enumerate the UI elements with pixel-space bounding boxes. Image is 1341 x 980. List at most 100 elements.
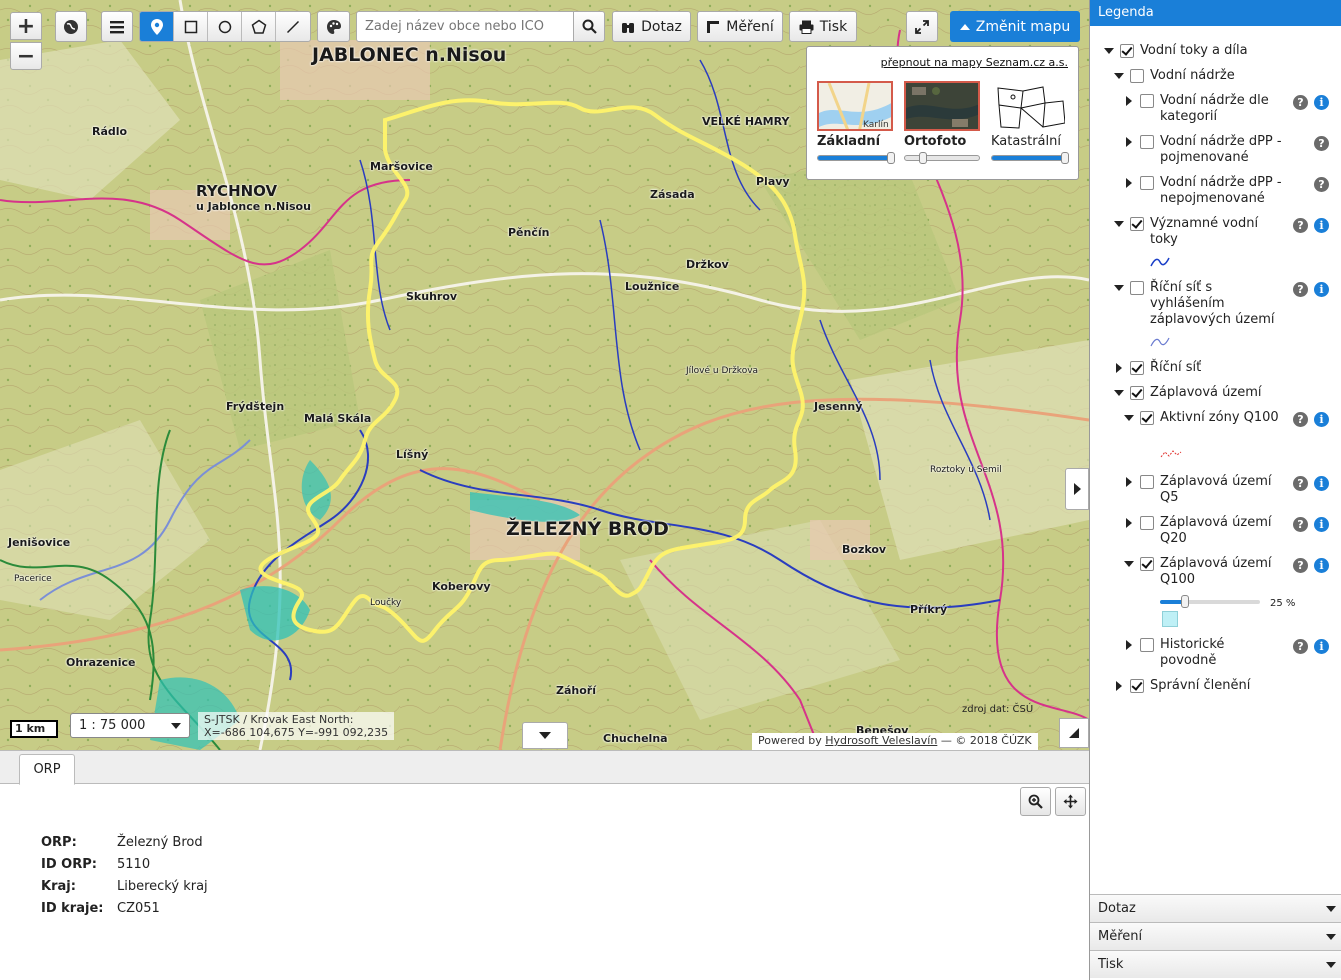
map-view[interactable]: JABLONEC n.Nisou RYCHNOV u Jablonce n.Ni…: [0, 0, 1089, 750]
katastralni-opacity-slider[interactable]: [991, 152, 1069, 164]
flood-area-swatch: [1162, 611, 1178, 627]
basemap-thumb-ortofoto[interactable]: [904, 81, 980, 131]
accordion-mereni[interactable]: Měření: [1090, 922, 1341, 950]
zoom-out-button[interactable]: −: [10, 42, 42, 70]
info-icon[interactable]: i: [1314, 639, 1329, 654]
layers-menu-button[interactable]: [101, 11, 133, 42]
accordion-dotaz[interactable]: Dotaz: [1090, 894, 1341, 922]
tool-point[interactable]: [140, 12, 174, 41]
expand-icon[interactable]: [1114, 390, 1124, 396]
checkbox-ricni-sit-zaplavy[interactable]: [1130, 281, 1144, 295]
change-map-button[interactable]: Změnit mapu: [950, 11, 1080, 42]
legend-title[interactable]: Legenda: [1090, 0, 1341, 26]
active-zone-symbol: [1160, 450, 1182, 458]
help-icon[interactable]: ?: [1293, 218, 1308, 233]
collapse-icon[interactable]: [1126, 518, 1132, 528]
basemap-zakladni[interactable]: Karlín Základní: [817, 81, 895, 164]
expand-icon[interactable]: [1114, 221, 1124, 227]
hydrosoft-link[interactable]: Hydrosoft Veleslavín: [825, 734, 937, 747]
checkbox-nadrze-pojmenovane[interactable]: [1140, 135, 1154, 149]
checkbox-ricni-sit[interactable]: [1130, 361, 1144, 375]
basemap-opacity-slider[interactable]: [817, 152, 895, 164]
accordion-tisk[interactable]: Tisk: [1090, 950, 1341, 978]
tool-rectangle[interactable]: [174, 12, 208, 41]
info-icon[interactable]: i: [1314, 517, 1329, 532]
print-button[interactable]: Tisk: [789, 11, 857, 42]
expand-icon[interactable]: [1114, 285, 1124, 291]
checkbox-spravni-cleneni[interactable]: [1130, 679, 1144, 693]
checkbox-zaplavova-uzemi[interactable]: [1130, 386, 1144, 400]
collapse-icon[interactable]: [1126, 640, 1132, 650]
pan-to-feature-button[interactable]: [1055, 787, 1086, 816]
tool-circle[interactable]: [208, 12, 242, 41]
checkbox-q5[interactable]: [1140, 475, 1154, 489]
zoom-to-feature-button[interactable]: [1020, 787, 1051, 816]
tab-orp[interactable]: ORP: [19, 754, 75, 785]
basemap-thumb-zakladni[interactable]: Karlín: [817, 81, 893, 131]
search-button[interactable]: [573, 11, 605, 42]
info-icon[interactable]: i: [1314, 282, 1329, 297]
printer-icon: [799, 20, 814, 34]
expand-icon[interactable]: [1104, 48, 1114, 54]
expand-icon[interactable]: [1124, 415, 1134, 421]
ortofoto-opacity-slider[interactable]: [904, 152, 980, 164]
help-icon[interactable]: ?: [1314, 136, 1329, 151]
checkbox-vodni-nadrze[interactable]: [1130, 69, 1144, 83]
info-icon[interactable]: i: [1314, 95, 1329, 110]
checkbox-vodni-toky[interactable]: [1120, 44, 1134, 58]
checkbox-nadrze-kategorie[interactable]: [1140, 94, 1154, 108]
tool-polygon[interactable]: [242, 12, 276, 41]
help-icon[interactable]: ?: [1293, 558, 1308, 573]
info-icon[interactable]: i: [1314, 412, 1329, 427]
checkbox-vyznamne-toky[interactable]: [1130, 217, 1144, 231]
q100-opacity-slider[interactable]: [1160, 595, 1260, 608]
expand-panel-button[interactable]: [522, 722, 568, 749]
basemap-ortofoto[interactable]: Ortofoto: [904, 81, 982, 164]
info-icon[interactable]: i: [1314, 558, 1329, 573]
scale-select[interactable]: 1 : 75 000: [70, 713, 190, 738]
checkbox-aktivni-zony[interactable]: [1140, 411, 1154, 425]
globe-button[interactable]: [55, 11, 87, 42]
legend-item-vodni-toky: Vodní toky a díla: [1140, 43, 1248, 58]
collapse-icon[interactable]: [1116, 681, 1122, 691]
basemap-katastralni[interactable]: Katastrální: [991, 81, 1069, 164]
palette-button[interactable]: [317, 11, 350, 42]
help-icon[interactable]: ?: [1293, 639, 1308, 654]
basemap-thumb-katastralni[interactable]: [991, 81, 1067, 131]
checkbox-q100[interactable]: [1140, 557, 1154, 571]
slider-handle[interactable]: [1181, 595, 1189, 608]
query-button[interactable]: Dotaz: [612, 11, 691, 42]
help-icon[interactable]: ?: [1293, 412, 1308, 427]
seznam-link[interactable]: přepnout na mapy Seznam.cz a.s.: [881, 56, 1068, 69]
legend-item-spravni-cleneni: Správní členění: [1150, 678, 1251, 693]
help-icon[interactable]: ?: [1293, 517, 1308, 532]
fullscreen-button[interactable]: [906, 11, 938, 42]
data-source-note: zdroj dat: ČSÚ: [962, 704, 1034, 715]
legend-collapse-button[interactable]: [1065, 468, 1089, 510]
collapse-icon[interactable]: [1126, 477, 1132, 487]
search-input[interactable]: [356, 11, 574, 42]
help-icon[interactable]: ?: [1293, 476, 1308, 491]
ruler-icon: [707, 20, 720, 33]
scale-bar: 1 km: [10, 720, 58, 738]
collapse-icon[interactable]: [1116, 363, 1122, 373]
collapse-icon[interactable]: [1126, 178, 1132, 188]
info-icon[interactable]: i: [1314, 476, 1329, 491]
tool-line[interactable]: [276, 12, 310, 41]
checkbox-q20[interactable]: [1140, 516, 1154, 530]
move-icon: [1063, 794, 1078, 809]
collapse-icon[interactable]: [1126, 137, 1132, 147]
overview-toggle-button[interactable]: [1059, 718, 1089, 748]
collapse-icon[interactable]: [1126, 96, 1132, 106]
info-icon[interactable]: i: [1314, 218, 1329, 233]
checkbox-nadrze-nepojmenovane[interactable]: [1140, 176, 1154, 190]
caret-up-icon: [959, 24, 970, 30]
help-icon[interactable]: ?: [1314, 177, 1329, 192]
zoom-in-button[interactable]: +: [10, 12, 42, 40]
expand-icon[interactable]: [1124, 561, 1134, 567]
help-icon[interactable]: ?: [1293, 282, 1308, 297]
measure-button[interactable]: Měření: [697, 11, 783, 42]
expand-icon[interactable]: [1114, 73, 1124, 79]
help-icon[interactable]: ?: [1293, 95, 1308, 110]
checkbox-historicke-povodne[interactable]: [1140, 638, 1154, 652]
